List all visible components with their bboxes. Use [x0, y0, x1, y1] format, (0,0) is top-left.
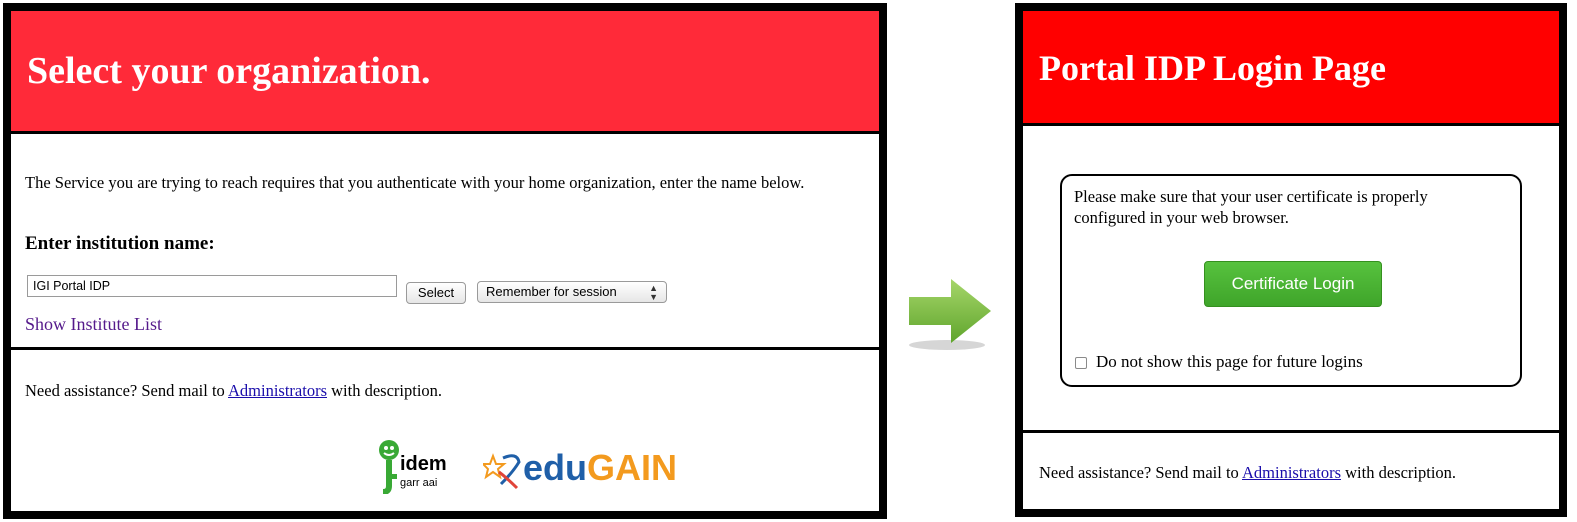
intro-text: The Service you are trying to reach requ…	[25, 173, 805, 192]
updown-chevron-icon: ▲ ▼	[649, 283, 658, 302]
idem-logo-subtext: garr aai	[400, 477, 437, 489]
left-header: Select your organization.	[11, 11, 879, 134]
do-not-show-label: Do not show this page for future logins	[1096, 352, 1363, 371]
remember-select-value: Remember for session	[486, 284, 617, 299]
certificate-box: Please make sure that your user certific…	[1060, 174, 1522, 387]
login-page-title: Portal IDP Login Page	[1039, 48, 1386, 88]
right-arrow-icon	[909, 279, 991, 350]
do-not-show-checkbox[interactable]	[1075, 357, 1087, 369]
assist-prefix: Need assistance? Send mail to	[25, 381, 228, 400]
idem-logo: idem garr aai	[379, 440, 447, 494]
divider	[11, 347, 879, 350]
assist-prefix: Need assistance? Send mail to	[1039, 463, 1242, 482]
certificate-login-button[interactable]: Certificate Login	[1204, 261, 1382, 307]
organization-select-panel: Select your organization. The Service yo…	[3, 3, 887, 519]
right-header: Portal IDP Login Page	[1023, 11, 1559, 126]
idem-logo-text: idem	[400, 453, 447, 475]
institution-label: Enter institution name:	[25, 233, 215, 254]
assist-suffix: with description.	[1341, 463, 1457, 482]
assistance-text: Need assistance? Send mail to Administra…	[25, 381, 442, 401]
assistance-text: Need assistance? Send mail to Administra…	[1039, 463, 1456, 483]
show-institute-list-link[interactable]: Show Institute List	[25, 314, 162, 335]
divider	[1023, 430, 1559, 433]
administrators-link[interactable]: Administrators	[228, 381, 327, 400]
edugain-gain: GAIN	[587, 447, 678, 488]
certificate-message: Please make sure that your user certific…	[1074, 187, 1428, 227]
page-title: Select your organization.	[27, 50, 431, 92]
edugain-edu: edu	[523, 447, 588, 488]
login-panel: Portal IDP Login Page Please make sure t…	[1015, 3, 1567, 517]
institution-input[interactable]	[27, 275, 397, 297]
select-button[interactable]: Select	[406, 282, 466, 304]
edugain-logo: eduGAIN	[483, 448, 693, 493]
assist-suffix: with description.	[327, 381, 443, 400]
administrators-link[interactable]: Administrators	[1242, 463, 1341, 482]
edugain-wordmark: eduGAIN	[523, 448, 677, 488]
remember-select[interactable]: Remember for session ▲ ▼	[477, 281, 667, 303]
edugain-star-icon	[483, 453, 521, 490]
